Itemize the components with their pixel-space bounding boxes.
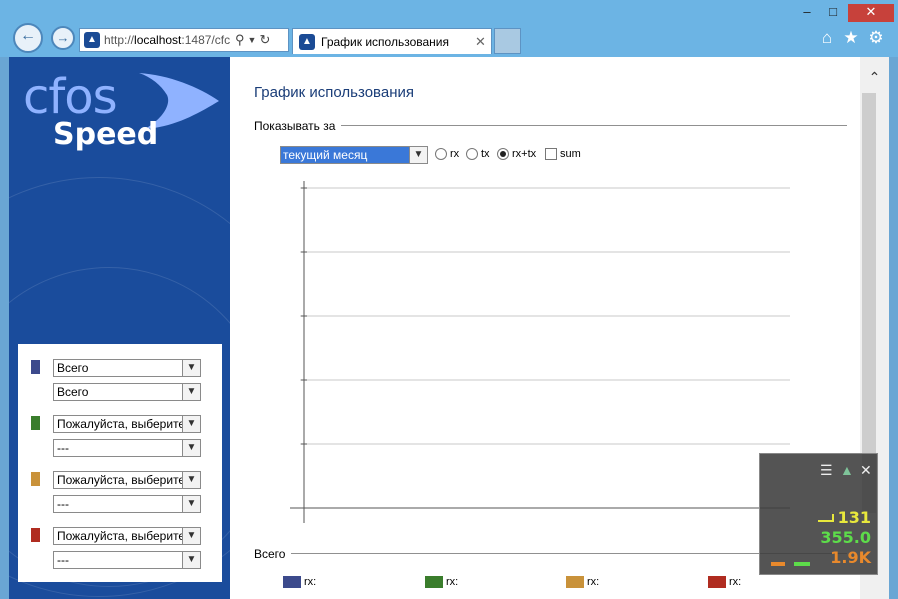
option-rxtx[interactable]: rx+tx bbox=[497, 148, 536, 160]
site-favicon-icon: ▲ bbox=[84, 32, 100, 48]
chevron-down-icon: ▼ bbox=[182, 360, 200, 376]
chevron-down-icon: ▼ bbox=[182, 496, 200, 512]
ping-icon bbox=[818, 514, 834, 522]
settings-gear-icon[interactable]: ⚙ bbox=[866, 28, 886, 48]
chevron-down-icon: ▼ bbox=[182, 528, 200, 544]
radio-tx[interactable] bbox=[466, 148, 478, 160]
checkbox-sum[interactable] bbox=[545, 148, 557, 160]
address-bar[interactable]: ▲ http://localhost:1487/cfc ⚲ ▼ ↻ bbox=[79, 28, 289, 52]
back-icon[interactable]: ← bbox=[13, 23, 43, 53]
direction-select-2[interactable]: --- ▼ bbox=[53, 439, 201, 457]
chevron-down-icon: ▼ bbox=[182, 384, 200, 400]
series-color-swatch bbox=[31, 528, 40, 542]
radio-rxtx[interactable] bbox=[497, 148, 509, 160]
browser-tab[interactable]: ▲ График использования ✕ bbox=[292, 28, 492, 54]
refresh-icon[interactable]: ↻ bbox=[259, 32, 270, 48]
direction-select-1[interactable]: Всего ▼ bbox=[53, 383, 201, 401]
legend-swatch bbox=[425, 576, 443, 588]
period-select[interactable]: текущий месяц ▼ bbox=[280, 146, 428, 164]
dropdown-icon[interactable]: ▼ bbox=[248, 35, 257, 45]
adapter-select-2[interactable]: Пожалуйста, выберите ▼ bbox=[53, 415, 201, 433]
collapse-up-icon[interactable]: ▲ bbox=[840, 462, 854, 478]
logo-text-speed: Speed bbox=[53, 117, 159, 152]
radio-rx[interactable] bbox=[435, 148, 447, 160]
show-for-label: Показывать за bbox=[254, 119, 342, 133]
browser-chrome: – □ ✕ ← → ▲ http://localhost:1487/cfc ⚲ … bbox=[0, 0, 898, 57]
legend-swatch bbox=[283, 576, 301, 588]
option-rxtx-label: rx+tx bbox=[512, 148, 537, 160]
close-icon[interactable]: ✕ bbox=[860, 462, 872, 479]
chevron-down-icon: ▼ bbox=[409, 147, 427, 163]
forward-icon[interactable]: → bbox=[51, 26, 75, 50]
sidebar: cfos Speed Всего ▼ Всего ▼ Пожалуйста, выб… bbox=[9, 57, 230, 599]
series-color-swatch bbox=[31, 416, 40, 430]
close-icon[interactable]: ✕ bbox=[475, 34, 486, 50]
option-tx[interactable]: tx bbox=[466, 148, 490, 160]
legend-item: rx: bbox=[283, 576, 316, 588]
direction-select-3[interactable]: --- ▼ bbox=[53, 495, 201, 513]
section-divider bbox=[254, 125, 847, 126]
tab-title: График использования bbox=[321, 34, 449, 49]
new-tab-button[interactable] bbox=[494, 28, 521, 54]
option-sum-label: sum bbox=[560, 148, 581, 160]
adapter-select-4[interactable]: Пожалуйста, выберите ▼ bbox=[53, 527, 201, 545]
search-icon[interactable]: ⚲ bbox=[235, 32, 245, 48]
option-rx[interactable]: rx bbox=[435, 148, 459, 160]
window-close-icon[interactable]: ✕ bbox=[848, 4, 894, 22]
series-color-swatch bbox=[31, 472, 40, 486]
chevron-down-icon: ▼ bbox=[182, 552, 200, 568]
chevron-down-icon: ▼ bbox=[182, 440, 200, 456]
legend-item: rx: bbox=[708, 576, 741, 588]
legend-label: rx: bbox=[729, 576, 742, 588]
speed-widget[interactable]: ☰ ▲ ✕ 131 355.0 1.9K bbox=[759, 453, 878, 575]
legend-label: rx: bbox=[304, 576, 317, 588]
adapter-select-1[interactable]: Всего ▼ bbox=[53, 359, 201, 377]
series-color-swatch bbox=[31, 360, 40, 374]
option-tx-label: tx bbox=[481, 148, 490, 160]
legend-item: rx: bbox=[566, 576, 599, 588]
cfos-logo[interactable]: cfos Speed bbox=[23, 65, 223, 160]
minimize-icon[interactable]: – bbox=[798, 4, 816, 22]
legend-label: rx: bbox=[587, 576, 600, 588]
ping-value: 131 bbox=[837, 508, 871, 527]
period-select-value: текущий месяц bbox=[281, 147, 409, 163]
page-title: График использования bbox=[254, 84, 414, 101]
menu-icon[interactable]: ☰ bbox=[820, 462, 833, 479]
totals-label: Всего bbox=[254, 547, 292, 561]
home-icon[interactable]: ⌂ bbox=[817, 28, 837, 48]
usage-chart bbox=[290, 181, 790, 523]
upload-value: 355.0 bbox=[820, 528, 871, 547]
favorites-star-icon[interactable]: ★ bbox=[841, 28, 861, 48]
maximize-icon[interactable]: □ bbox=[824, 4, 842, 22]
tab-favicon-icon: ▲ bbox=[299, 33, 315, 50]
download-bar bbox=[771, 562, 785, 566]
page-viewport: cfos Speed Всего ▼ Всего ▼ Пожалуйста, выб… bbox=[9, 57, 889, 599]
adapter-selector-panel: Всего ▼ Всего ▼ Пожалуйста, выберите ▼ --- ▼… bbox=[18, 344, 222, 582]
option-sum[interactable]: sum bbox=[545, 148, 581, 160]
legend-item: rx: bbox=[425, 576, 458, 588]
scroll-up-icon[interactable]: ⌃ bbox=[860, 69, 889, 89]
option-rx-label: rx bbox=[450, 148, 460, 160]
direction-select-4[interactable]: --- ▼ bbox=[53, 551, 201, 569]
legend-label: rx: bbox=[446, 576, 459, 588]
address-url[interactable]: http://localhost:1487/cfc bbox=[104, 33, 232, 47]
chevron-down-icon: ▼ bbox=[182, 472, 200, 488]
chart-gridlines bbox=[300, 187, 790, 445]
adapter-select-3[interactable]: Пожалуйста, выберите ▼ bbox=[53, 471, 201, 489]
legend-swatch bbox=[708, 576, 726, 588]
download-value: 1.9K bbox=[830, 548, 871, 567]
upload-bar bbox=[794, 562, 810, 566]
scroll-thumb[interactable] bbox=[862, 93, 876, 513]
chevron-down-icon: ▼ bbox=[182, 416, 200, 432]
legend-swatch bbox=[566, 576, 584, 588]
